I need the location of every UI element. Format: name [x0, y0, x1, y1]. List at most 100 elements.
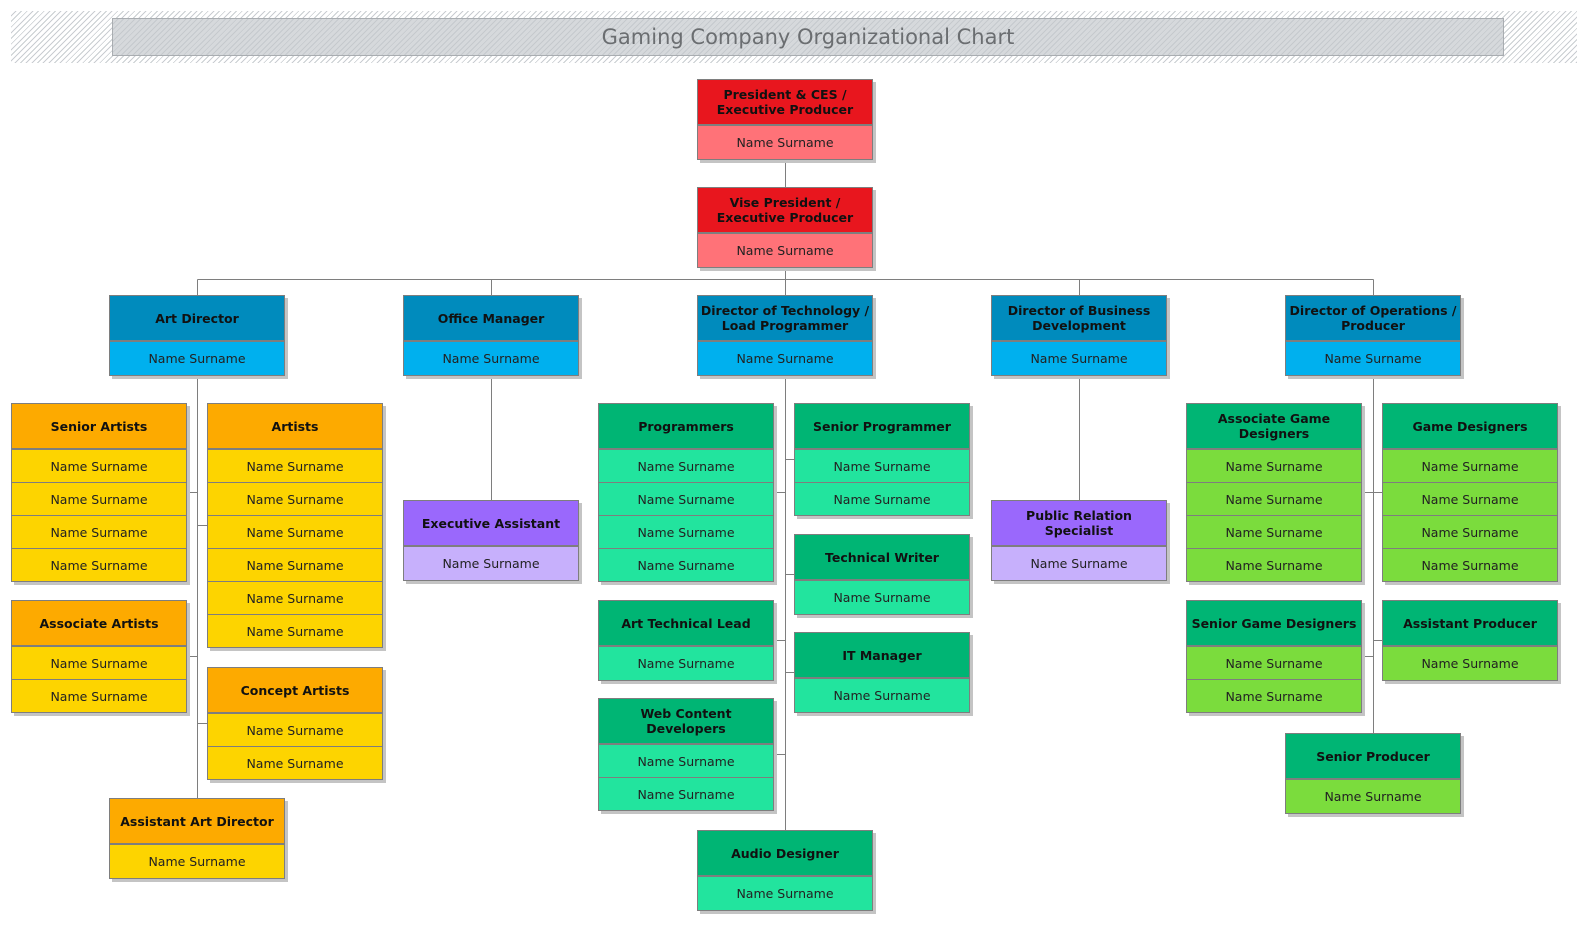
org-node-assistant-producer[interactable]: Assistant Producer Name Surname [1382, 600, 1558, 681]
member-name: Name Surname [404, 341, 578, 375]
node-title: Vise President / Executive Producer [698, 188, 872, 233]
org-node-executive-assistant[interactable]: Executive Assistant Name Surname [403, 500, 579, 581]
member-name: Name Surname [698, 341, 872, 375]
member-name: Name Surname [599, 548, 773, 581]
org-node-director-business[interactable]: Director of Business Development Name Sur… [991, 295, 1167, 376]
node-title: Director of Business Development [992, 296, 1166, 341]
node-title: Assistant Art Director [110, 799, 284, 844]
org-node-game-designers[interactable]: Game Designers Name Surname Name Surname Na… [1382, 403, 1558, 582]
node-title: Senior Artists [12, 404, 186, 449]
member-name: Name Surname [698, 125, 872, 159]
node-title: Artists [208, 404, 382, 449]
node-title: Senior Game Designers [1187, 601, 1361, 646]
node-title: President & CES / Executive Producer [698, 80, 872, 125]
org-node-senior-game-designers[interactable]: Senior Game Designers Name Surname Name Su… [1186, 600, 1362, 713]
member-name: Name Surname [404, 546, 578, 580]
member-name: Name Surname [12, 449, 186, 482]
node-title: Technical Writer [795, 535, 969, 580]
member-name: Name Surname [1383, 449, 1557, 482]
member-name: Name Surname [208, 548, 382, 581]
member-name: Name Surname [599, 744, 773, 777]
member-name: Name Surname [795, 449, 969, 482]
node-title: Audio Designer [698, 831, 872, 876]
org-node-director-technology[interactable]: Director of Technology / Load Programmer… [697, 295, 873, 376]
org-node-public-relation-specialist[interactable]: Public Relation Specialist Name Surname [991, 500, 1167, 581]
member-name: Name Surname [208, 482, 382, 515]
member-name: Name Surname [208, 746, 382, 779]
node-title: Office Manager [404, 296, 578, 341]
member-name: Name Surname [599, 449, 773, 482]
org-node-senior-producer[interactable]: Senior Producer Name Surname [1285, 733, 1461, 814]
org-node-office-manager[interactable]: Office Manager Name Surname [403, 295, 579, 376]
org-node-president[interactable]: President & CES / Executive Producer Name… [697, 79, 873, 160]
org-node-vice-president[interactable]: Vise President / Executive Producer Name … [697, 187, 873, 268]
member-name: Name Surname [1187, 482, 1361, 515]
member-name: Name Surname [12, 679, 186, 712]
member-name: Name Surname [208, 449, 382, 482]
member-name: Name Surname [1187, 449, 1361, 482]
org-node-it-manager[interactable]: IT Manager Name Surname [794, 632, 970, 713]
node-title: IT Manager [795, 633, 969, 678]
member-name: Name Surname [599, 515, 773, 548]
org-node-artists[interactable]: Artists Name Surname Name Surname Name Surn… [207, 403, 383, 648]
member-name: Name Surname [1383, 482, 1557, 515]
member-name: Name Surname [208, 581, 382, 614]
member-name: Name Surname [1383, 515, 1557, 548]
member-name: Name Surname [1187, 679, 1361, 712]
org-node-art-technical-lead[interactable]: Art Technical Lead Name Surname [598, 600, 774, 681]
member-name: Name Surname [992, 546, 1166, 580]
node-title: Game Designers [1383, 404, 1557, 449]
node-title: Director of Technology / Load Programmer [698, 296, 872, 341]
node-title: Director of Operations / Producer [1286, 296, 1460, 341]
org-node-assistant-art-director[interactable]: Assistant Art Director Name Surname [109, 798, 285, 879]
node-title: Senior Programmer [795, 404, 969, 449]
member-name: Name Surname [795, 580, 969, 614]
node-title: Art Technical Lead [599, 601, 773, 646]
node-title: Senior Producer [1286, 734, 1460, 779]
org-node-programmers[interactable]: Programmers Name Surname Name Surname Name … [598, 403, 774, 582]
member-name: Name Surname [599, 646, 773, 680]
org-node-director-operations[interactable]: Director of Operations / Producer Name Su… [1285, 295, 1461, 376]
node-title: Public Relation Specialist [992, 501, 1166, 546]
node-title: Concept Artists [208, 668, 382, 713]
member-name: Name Surname [992, 341, 1166, 375]
member-name: Name Surname [12, 646, 186, 679]
node-title: Web Content Developers [599, 699, 773, 744]
org-node-art-director[interactable]: Art Director Name Surname [109, 295, 285, 376]
org-node-associate-game-designers[interactable]: Associate Game Designers Name Surname Name… [1186, 403, 1362, 582]
member-name: Name Surname [1383, 548, 1557, 581]
org-node-web-content-developers[interactable]: Web Content Developers Name Surname Name S… [598, 698, 774, 811]
member-name: Name Surname [208, 713, 382, 746]
member-name: Name Surname [208, 515, 382, 548]
org-node-senior-artists[interactable]: Senior Artists Name Surname Name Surname Na… [11, 403, 187, 582]
org-node-associate-artists[interactable]: Associate Artists Name Surname Name Surnam… [11, 600, 187, 713]
node-title: Executive Assistant [404, 501, 578, 546]
org-node-concept-artists[interactable]: Concept Artists Name Surname Name Surname [207, 667, 383, 780]
member-name: Name Surname [1286, 341, 1460, 375]
member-name: Name Surname [12, 548, 186, 581]
org-node-technical-writer[interactable]: Technical Writer Name Surname [794, 534, 970, 615]
member-name: Name Surname [1187, 548, 1361, 581]
node-title: Associate Artists [12, 601, 186, 646]
member-name: Name Surname [1286, 779, 1460, 813]
member-name: Name Surname [599, 777, 773, 810]
node-title: Assistant Producer [1383, 601, 1557, 646]
org-node-senior-programmer[interactable]: Senior Programmer Name Surname Name Surnam… [794, 403, 970, 516]
member-name: Name Surname [599, 482, 773, 515]
member-name: Name Surname [698, 876, 872, 910]
member-name: Name Surname [12, 482, 186, 515]
member-name: Name Surname [698, 233, 872, 267]
node-title: Programmers [599, 404, 773, 449]
member-name: Name Surname [795, 482, 969, 515]
member-name: Name Surname [795, 678, 969, 712]
member-name: Name Surname [1187, 646, 1361, 679]
node-title: Associate Game Designers [1187, 404, 1361, 449]
member-name: Name Surname [12, 515, 186, 548]
org-node-audio-designer[interactable]: Audio Designer Name Surname [697, 830, 873, 911]
member-name: Name Surname [110, 341, 284, 375]
member-name: Name Surname [1187, 515, 1361, 548]
member-name: Name Surname [208, 614, 382, 647]
member-name: Name Surname [1383, 646, 1557, 680]
member-name: Name Surname [110, 844, 284, 878]
node-title: Art Director [110, 296, 284, 341]
